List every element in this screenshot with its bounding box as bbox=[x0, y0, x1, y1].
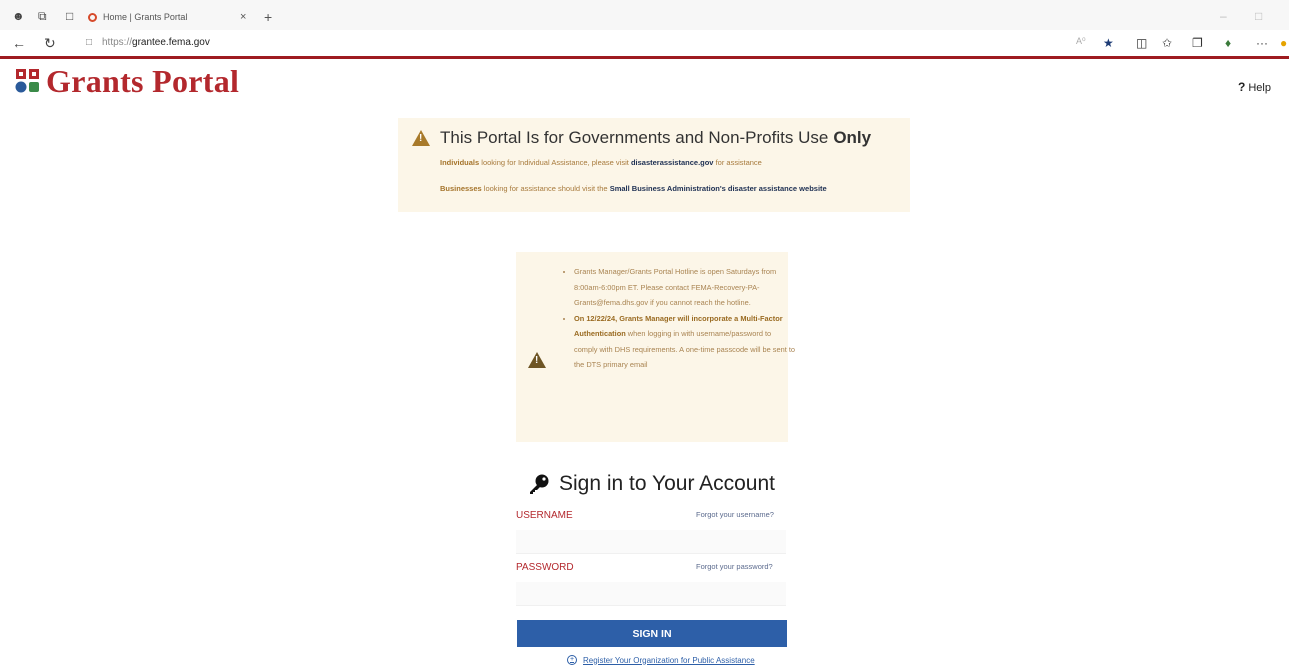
register-link[interactable]: + Register Your Organization for Public … bbox=[567, 655, 755, 665]
favorite-star-icon[interactable]: ★ bbox=[1103, 36, 1114, 50]
notice-heading-emphasis: Only bbox=[833, 128, 872, 147]
collections-icon[interactable]: ❐ bbox=[1192, 36, 1203, 50]
password-input[interactable] bbox=[516, 582, 786, 606]
minimize-icon[interactable]: – bbox=[1220, 9, 1227, 23]
password-label: PASSWORD bbox=[516, 562, 574, 573]
hotline-alert: Grants Manager/Grants Portal Hotline is … bbox=[516, 252, 795, 442]
warning-icon bbox=[412, 130, 430, 146]
url-scheme: https:// bbox=[102, 37, 133, 48]
more-menu-icon[interactable]: ··· bbox=[1256, 36, 1268, 50]
individuals-line: Individuals looking for Individual Assis… bbox=[440, 158, 762, 167]
address-bar: ← ↻ □ https://grantee.fema.gov A⁰ ★ ◫ ✩ … bbox=[0, 30, 1289, 56]
alert-list: Grants Manager/Grants Portal Hotline is … bbox=[560, 264, 796, 373]
businesses-keyword: Businesses bbox=[440, 184, 482, 193]
signin-title: Sign in to Your Account bbox=[559, 472, 775, 495]
lock-icon[interactable]: □ bbox=[86, 37, 92, 48]
notice-heading: This Portal Is for Governments and Non-P… bbox=[412, 128, 871, 148]
new-tab-icon[interactable]: + bbox=[264, 9, 272, 25]
help-label: Help bbox=[1248, 82, 1271, 94]
tab-actions-icon[interactable]: □ bbox=[66, 9, 73, 23]
add-circle-icon: + bbox=[567, 655, 577, 665]
businesses-text: looking for assistance should visit the bbox=[481, 184, 610, 193]
individuals-after: for assistance bbox=[713, 158, 762, 167]
sba-link[interactable]: Small Business Administration's disaster… bbox=[610, 184, 827, 193]
tab-title: Home | Grants Portal bbox=[103, 12, 188, 22]
help-link[interactable]: ? Help bbox=[1238, 80, 1271, 94]
signin-heading: Sign in to Your Account bbox=[528, 472, 775, 496]
url-host: grantee.fema.gov bbox=[132, 37, 210, 48]
key-icon bbox=[530, 474, 549, 494]
url-field[interactable]: https://grantee.fema.gov bbox=[102, 37, 210, 48]
site-title: Grants Portal bbox=[46, 62, 240, 99]
copilot-icon[interactable]: ● bbox=[1280, 36, 1287, 50]
businesses-line: Businesses looking for assistance should… bbox=[440, 184, 827, 193]
forgot-password-link[interactable]: Forgot your password? bbox=[696, 562, 773, 571]
username-label: USERNAME bbox=[516, 510, 573, 521]
site-favicon-icon bbox=[88, 12, 97, 22]
notice-heading-text: This Portal Is for Governments and Non-P… bbox=[440, 128, 829, 147]
browser-tab-bar: ☻ ⧉ □ Home | Grants Portal × + – □ bbox=[0, 0, 1289, 30]
help-icon: ? bbox=[1238, 80, 1246, 94]
read-aloud-icon[interactable]: A⁰ bbox=[1076, 36, 1086, 47]
forgot-username-link[interactable]: Forgot your username? bbox=[696, 510, 774, 519]
tab-close-icon[interactable]: × bbox=[240, 11, 246, 23]
refresh-icon[interactable]: ↻ bbox=[44, 35, 56, 52]
back-icon[interactable]: ← bbox=[12, 35, 26, 51]
disasterassistance-link[interactable]: disasterassistance.gov bbox=[631, 158, 714, 167]
favorites-icon[interactable]: ✩ bbox=[1162, 36, 1172, 50]
individuals-text: looking for Individual Assistance, pleas… bbox=[479, 158, 631, 167]
portal-notice: This Portal Is for Governments and Non-P… bbox=[398, 118, 910, 212]
maximize-icon[interactable]: □ bbox=[1255, 9, 1262, 23]
extension-icon[interactable]: ♦ bbox=[1225, 36, 1231, 50]
alert-warning-icon bbox=[528, 352, 546, 368]
sign-in-button[interactable]: SIGN IN bbox=[517, 620, 787, 647]
username-input[interactable] bbox=[516, 530, 786, 554]
grants-portal-logo-icon bbox=[15, 69, 39, 93]
browser-tab[interactable]: Home | Grants Portal × + bbox=[88, 6, 278, 28]
header-divider bbox=[0, 56, 1289, 59]
split-screen-icon[interactable]: ◫ bbox=[1136, 36, 1147, 50]
profile-icon[interactable]: ☻ bbox=[12, 9, 25, 23]
site-logo[interactable]: Grants Portal bbox=[14, 62, 239, 100]
register-link-label: Register Your Organization for Public As… bbox=[583, 655, 755, 665]
workspaces-icon[interactable]: ⧉ bbox=[38, 9, 47, 24]
alert-item-mfa: On 12/22/24, Grants Manager will incorpo… bbox=[574, 311, 796, 373]
individuals-keyword: Individuals bbox=[440, 158, 480, 167]
alert-item-hotline: Grants Manager/Grants Portal Hotline is … bbox=[574, 264, 796, 311]
